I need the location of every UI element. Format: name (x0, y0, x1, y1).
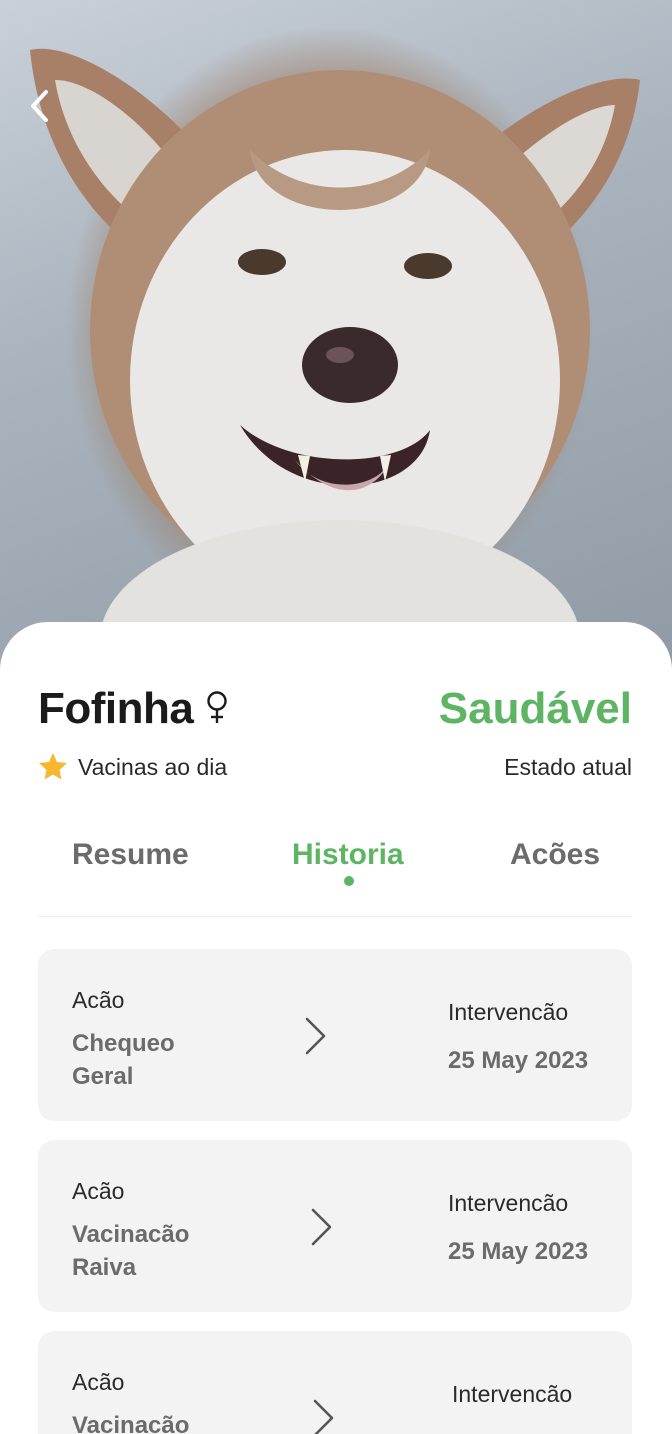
star-icon (39, 753, 67, 780)
pet-name: Fofinha (38, 684, 194, 733)
tab-historia[interactable]: Historia (292, 838, 404, 872)
action-value: Vacinacão Raiva (72, 1221, 190, 1281)
tab-acoes[interactable]: Acões (510, 838, 600, 872)
intervention-label: Intervencão (452, 1381, 573, 1407)
intervention-label: Intervencão (448, 1190, 569, 1216)
chevron-right-icon (305, 1017, 326, 1055)
tab-resume[interactable]: Resume (72, 838, 189, 872)
intervention-date: 25 May 2023 (448, 1047, 589, 1074)
chevron-right-icon (313, 1399, 334, 1434)
chevron-left-icon (31, 90, 48, 122)
back-button[interactable] (28, 88, 76, 144)
action-value: Chequeo Geral (72, 1030, 175, 1090)
history-card[interactable]: Acão Chequeo Geral Intervencão 25 May 20… (38, 949, 632, 1121)
action-label: Acão (72, 987, 125, 1013)
active-tab-indicator (344, 876, 354, 886)
female-icon (207, 691, 227, 723)
vaccines-status: Vacinas ao dia (78, 754, 228, 780)
action-label: Acão (72, 1369, 125, 1395)
action-value: Vacinacão (72, 1412, 190, 1434)
dog-illustration (30, 48, 640, 680)
action-label: Acão (72, 1178, 125, 1204)
health-status: Saudável (438, 684, 632, 733)
tabs-divider (38, 916, 632, 917)
intervention-label: Intervencão (448, 999, 569, 1025)
history-card[interactable]: Acão Vacinacão Intervencão (38, 1331, 632, 1434)
chevron-right-icon (311, 1208, 332, 1246)
state-label: Estado atual (504, 754, 632, 780)
intervention-date: 25 May 2023 (448, 1238, 589, 1265)
history-card[interactable]: Acão Vacinacão Raiva Intervencão 25 May … (38, 1140, 632, 1312)
pet-photo (0, 0, 672, 680)
